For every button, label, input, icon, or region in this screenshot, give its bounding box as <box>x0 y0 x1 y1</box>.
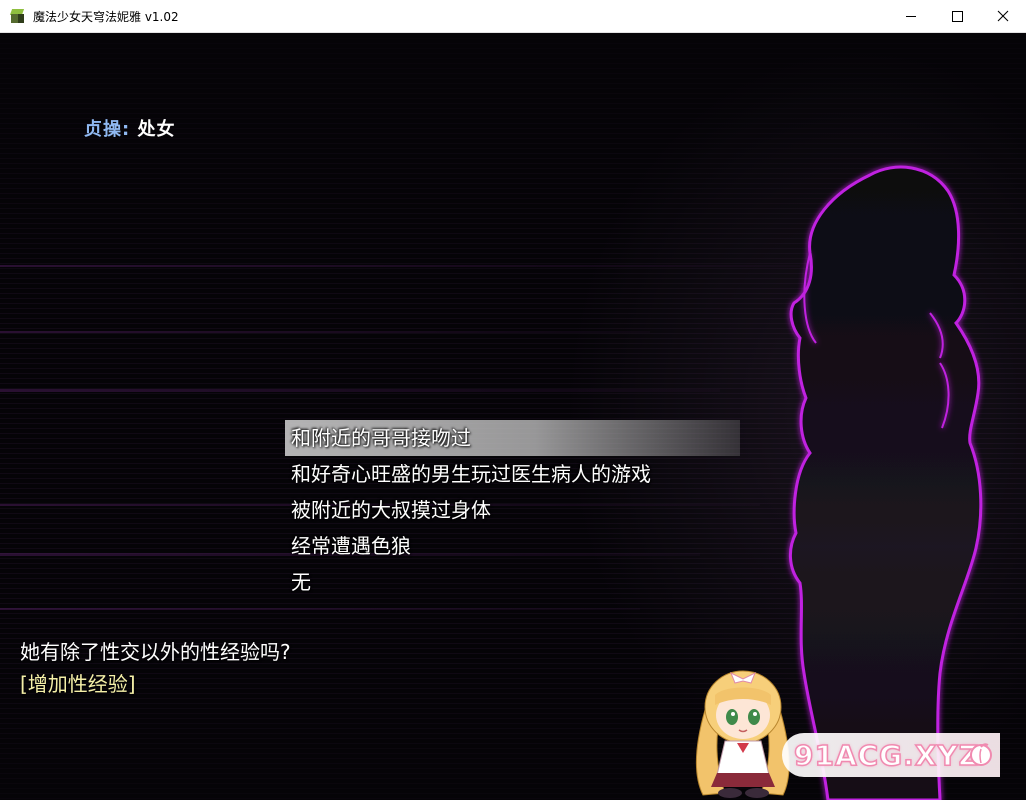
close-icon <box>997 10 1009 22</box>
scanline-band <box>0 608 640 610</box>
app-cube-icon <box>9 8 25 24</box>
title-bar[interactable]: 魔法少女天穹法妮雅 v1.02 <box>0 0 1026 33</box>
site-watermark: 91ACG.XYZ <box>782 733 1000 777</box>
message-box: 她有除了性交以外的性经验吗? [增加性经验] <box>20 636 291 700</box>
window-title: 魔法少女天穹法妮雅 v1.02 <box>33 9 179 24</box>
scanline-band <box>0 389 720 392</box>
chastity-status: 贞操: 处女 <box>84 115 175 141</box>
choice-item[interactable]: 无 <box>285 564 740 600</box>
close-button[interactable] <box>980 0 1026 32</box>
maximize-icon <box>951 10 963 22</box>
message-question: 她有除了性交以外的性经验吗? <box>20 640 291 664</box>
window-controls <box>888 0 1026 32</box>
choice-list: 和附近的哥哥接吻过 和好奇心旺盛的男生玩过医生病人的游戏 被附近的大叔摸过身体 … <box>285 420 740 600</box>
scanline-band <box>0 331 650 333</box>
maximize-button[interactable] <box>934 0 980 32</box>
minimize-icon <box>906 15 916 17</box>
choice-item[interactable]: 经常遭遇色狼 <box>285 528 740 564</box>
chastity-label: 贞操: <box>84 119 131 140</box>
scanline-band <box>0 265 800 267</box>
chastity-value: 处女 <box>137 119 176 140</box>
minimize-button[interactable] <box>888 0 934 32</box>
choice-item[interactable]: 被附近的大叔摸过身体 <box>285 492 740 528</box>
choice-item[interactable]: 和好奇心旺盛的男生玩过医生病人的游戏 <box>285 456 740 492</box>
character-silhouette <box>789 165 983 800</box>
message-tag: [增加性经验] <box>20 672 136 696</box>
peach-icon <box>970 743 992 766</box>
watermark-text: 91ACG.XYZ <box>793 738 980 773</box>
choice-item[interactable]: 和附近的哥哥接吻过 <box>285 420 740 456</box>
game-canvas[interactable]: 贞操: 处女 和附近的哥哥接吻过 和好奇心旺盛的男生玩过医生病人的游戏 被附近的… <box>0 33 1026 800</box>
game-window: 魔法少女天穹法妮雅 v1.02 贞操: 处女 和附近的哥哥接吻过 和好奇心旺盛的… <box>0 0 1026 800</box>
chibi-mascot-image <box>696 670 790 798</box>
